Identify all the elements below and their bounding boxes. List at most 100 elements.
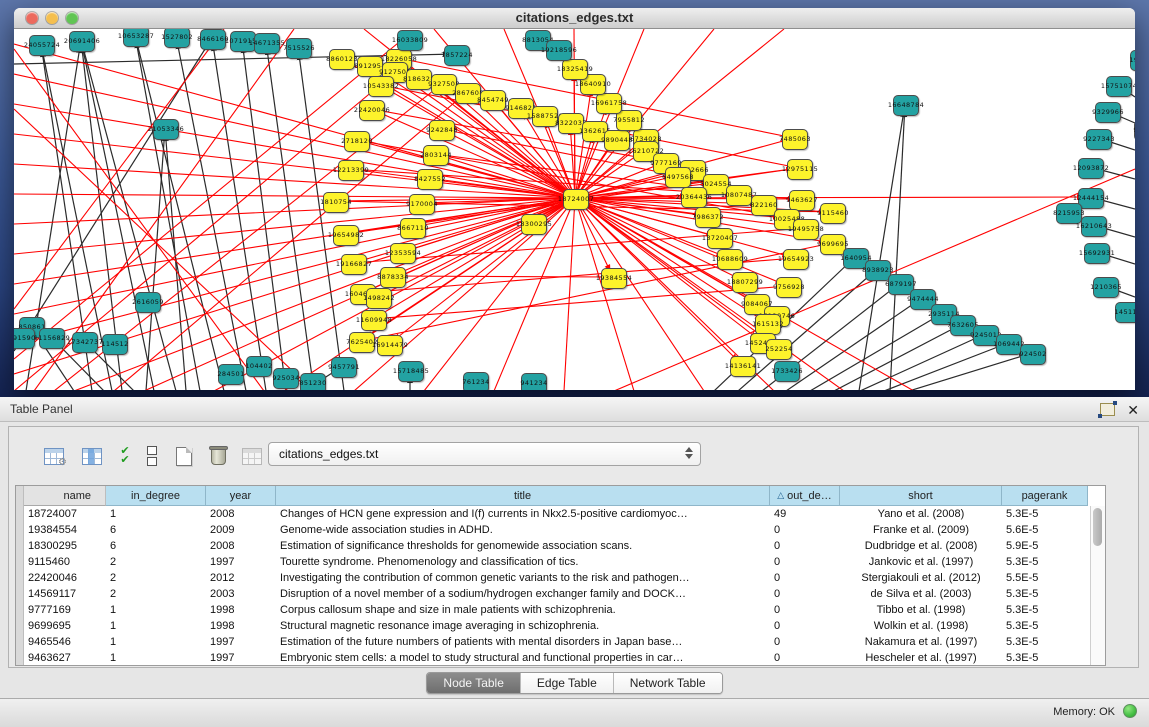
cell-short[interactable]: de Silva et al. (2003) [840, 588, 1002, 600]
graph-node[interactable]: 13720407 [707, 228, 733, 249]
graph-node[interactable]: 925034 [273, 368, 299, 389]
cell-short[interactable]: Jankovic et al. (1997) [840, 556, 1002, 568]
cell-title[interactable]: Tourette syndrome. Phenomenology and cla… [276, 556, 770, 568]
tab-network-table[interactable]: Network Table [614, 673, 722, 693]
scrollbar-thumb[interactable] [1093, 508, 1102, 546]
cell-year[interactable]: 1998 [206, 620, 276, 632]
graph-node[interactable]: 14671355 [254, 33, 280, 54]
cell-out_de[interactable]: 0 [770, 556, 840, 568]
graph-node[interactable]: 9890448 [604, 130, 630, 151]
column-header-out_de[interactable]: △out_de… [770, 486, 840, 506]
cell-in_degree[interactable]: 2 [106, 556, 206, 568]
graph-node[interactable]: 21053346 [153, 119, 179, 140]
graph-node[interactable]: 761234 [463, 372, 489, 391]
cell-out_de[interactable]: 0 [770, 636, 840, 648]
cell-name[interactable]: 9699695 [24, 620, 106, 632]
table-row[interactable]: 946554611997Estimation of the future num… [16, 634, 1105, 650]
cell-year[interactable]: 1998 [206, 604, 276, 616]
column-header-year[interactable]: year [206, 486, 276, 506]
table-row[interactable]: 1938455462009Genome-wide association stu… [16, 522, 1105, 538]
graph-node[interactable]: 941234 [521, 373, 547, 391]
cell-pagerank[interactable]: 5.3E-5 [1002, 620, 1088, 632]
graph-node[interactable]: 16033809 [397, 30, 423, 51]
cell-pagerank[interactable]: 5.5E-5 [1002, 572, 1088, 584]
table-row[interactable]: 977716911998Corpus callosum shape and si… [16, 602, 1105, 618]
graph-node[interactable]: 1527802 [164, 29, 190, 48]
cell-year[interactable]: 2003 [206, 588, 276, 600]
cell-year[interactable]: 1997 [206, 652, 276, 664]
graph-node[interactable]: 10543382 [368, 76, 394, 97]
graph-node[interactable]: 8667110 [400, 218, 426, 239]
graph-node[interactable]: 11156829 [39, 328, 65, 349]
cell-short[interactable]: Hescheler et al. (1997) [840, 652, 1002, 664]
network-window[interactable]: citations_edges.txt 18724007886012389129… [14, 8, 1135, 390]
graph-node[interactable]: 10807487 [726, 185, 752, 206]
float-window-icon[interactable] [1100, 403, 1115, 416]
cell-out_de[interactable]: 0 [770, 620, 840, 632]
tab-edge-table[interactable]: Edge Table [521, 673, 614, 693]
graph-node[interactable]: 24055724 [29, 35, 55, 56]
table-row[interactable]: 911546021997Tourette syndrome. Phenomeno… [16, 554, 1105, 570]
graph-node[interactable]: 8427552 [417, 169, 443, 190]
graph-node[interactable]: 145112 [1115, 302, 1135, 323]
cell-pagerank[interactable]: 5.3E-5 [1002, 636, 1088, 648]
graph-node[interactable]: 8454749 [480, 90, 506, 111]
cell-in_degree[interactable]: 2 [106, 572, 206, 584]
cell-year[interactable]: 2012 [206, 572, 276, 584]
graph-node[interactable]: 7485063 [782, 129, 808, 150]
cell-pagerank[interactable]: 5.3E-5 [1002, 588, 1088, 600]
graph-node[interactable]: 17342737 [72, 332, 98, 353]
cell-in_degree[interactable]: 1 [106, 620, 206, 632]
graph-node[interactable]: 18807299 [732, 272, 758, 293]
minimize-window-icon[interactable] [46, 12, 58, 24]
graph-node[interactable]: 1210365 [1093, 277, 1119, 298]
cell-pagerank[interactable]: 5.9E-5 [1002, 540, 1088, 552]
graph-node[interactable]: 12353594 [390, 243, 416, 264]
graph-node[interactable]: 9170004 [409, 194, 435, 215]
column-header-in_degree[interactable]: in_degree [106, 486, 206, 506]
network-window-titlebar[interactable]: citations_edges.txt [14, 8, 1135, 29]
cell-out_de[interactable]: 0 [770, 588, 840, 600]
graph-node[interactable]: 19218596 [546, 40, 572, 61]
graph-node[interactable]: 252254 [766, 339, 792, 360]
graph-node[interactable]: 7986372 [695, 207, 721, 228]
column-header-title[interactable]: title [276, 486, 770, 506]
graph-node[interactable]: 20364436 [681, 187, 707, 208]
column-header-name[interactable]: name [24, 486, 106, 506]
table-row[interactable]: 1456911722003Disruption of a novel membe… [16, 586, 1105, 602]
cell-in_degree[interactable]: 1 [106, 508, 206, 520]
cell-short[interactable]: Tibbo et al. (1998) [840, 604, 1002, 616]
graph-node[interactable]: 9227343 [1086, 129, 1112, 150]
graph-node[interactable]: 20691406 [69, 31, 95, 52]
close-icon[interactable]: ✕ [1127, 403, 1139, 417]
graph-node[interactable]: 8466160 [200, 29, 226, 50]
graph-node[interactable]: 16961758 [596, 93, 622, 114]
cell-out_de[interactable]: 0 [770, 604, 840, 616]
graph-node[interactable]: 6497568 [665, 167, 691, 188]
cell-pagerank[interactable]: 5.3E-5 [1002, 508, 1088, 520]
cell-name[interactable]: 9115460 [24, 556, 106, 568]
graph-node[interactable]: 8215953 [1056, 203, 1082, 224]
graph-node[interactable]: 114512 [102, 334, 128, 355]
delete-table-icon[interactable] [237, 441, 267, 471]
cell-name[interactable]: 18724007 [24, 508, 106, 520]
cell-short[interactable]: Yano et al. (2008) [840, 508, 1002, 520]
cell-out_de[interactable]: 0 [770, 540, 840, 552]
graph-node[interactable]: 11609948 [361, 310, 387, 331]
graph-node[interactable]: 104402 [246, 356, 272, 377]
cell-name[interactable]: 19384554 [24, 524, 106, 536]
graph-node[interactable]: 391590 [14, 328, 35, 349]
table-row[interactable]: 969969511998Structural magnetic resonanc… [16, 618, 1105, 634]
table-row[interactable]: 1872400712008Changes of HCN gene express… [16, 506, 1105, 522]
cell-name[interactable]: 18300295 [24, 540, 106, 552]
graph-node[interactable]: 9242848 [429, 120, 455, 141]
table-row[interactable]: 946362711997Embryonic stem cells: a mode… [16, 650, 1105, 666]
cell-out_de[interactable]: 49 [770, 508, 840, 520]
graph-node[interactable]: 9115460 [820, 203, 846, 224]
cell-pagerank[interactable]: 5.3E-5 [1002, 604, 1088, 616]
graph-node[interactable]: 10653287 [123, 29, 149, 47]
new-column-icon[interactable] [169, 441, 199, 471]
cell-in_degree[interactable]: 6 [106, 540, 206, 552]
graph-node[interactable]: 10688609 [717, 249, 743, 270]
graph-node[interactable]: 16648784 [893, 95, 919, 116]
